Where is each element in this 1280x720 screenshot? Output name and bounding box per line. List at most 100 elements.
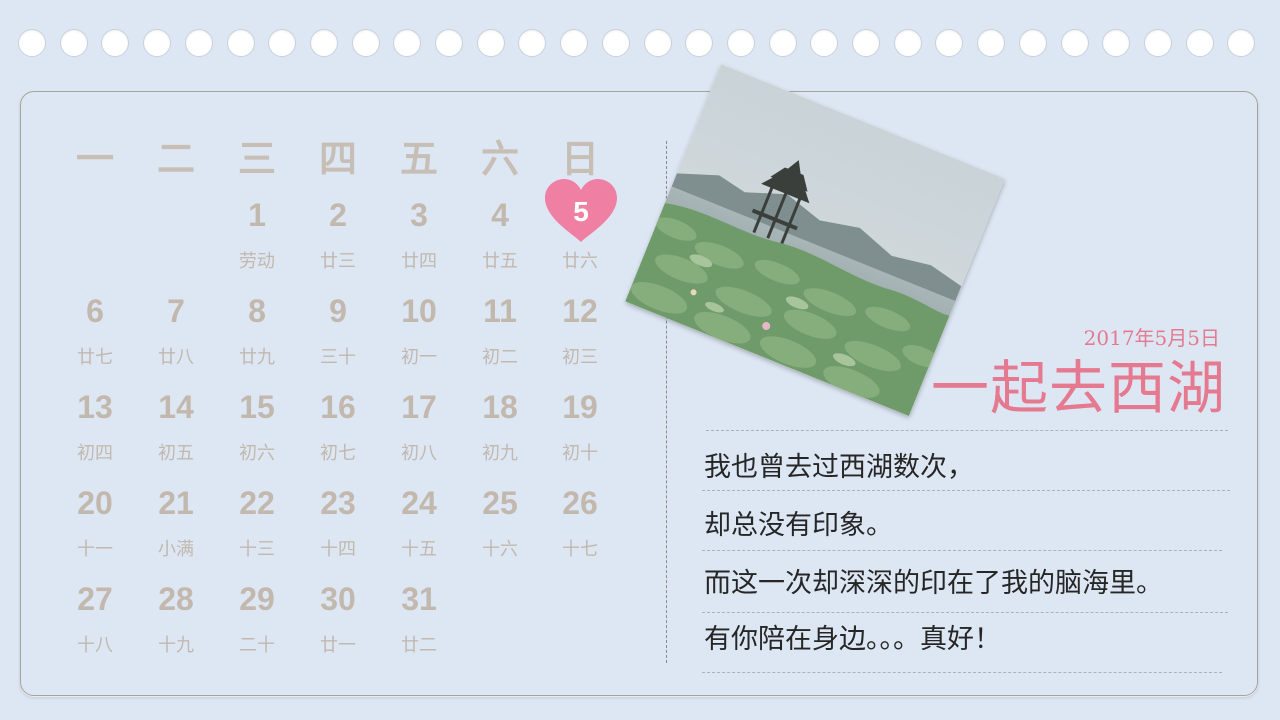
day-number[interactable]: 21 — [141, 484, 211, 522]
weekday-label: 四 — [318, 136, 357, 181]
binding-hole — [393, 29, 422, 57]
binding-holes — [18, 29, 1262, 61]
lunar-date: 初一 — [401, 347, 437, 368]
lunar-date: 初八 — [401, 443, 437, 464]
day-number[interactable]: 19 — [545, 388, 615, 426]
binding-hole — [852, 29, 880, 57]
day-number[interactable]: 1 — [222, 196, 292, 234]
binding-hole — [435, 29, 463, 57]
binding-hole — [1185, 29, 1214, 57]
binding-hole — [101, 29, 130, 57]
lunar-date: 廿三 — [320, 251, 356, 272]
day-number[interactable]: 25 — [465, 484, 535, 522]
day-number[interactable]: 11 — [465, 292, 535, 330]
day-number[interactable]: 29 — [222, 580, 292, 618]
binding-hole — [1060, 29, 1089, 57]
entry-line-2: 却总没有印象。 — [704, 510, 893, 541]
day-number[interactable]: 6 — [60, 292, 130, 330]
day-number[interactable]: 2 — [303, 196, 373, 234]
binding-hole — [1018, 29, 1047, 57]
line-rule-4 — [702, 672, 1222, 673]
lunar-date: 廿四 — [401, 251, 437, 272]
lunar-date: 廿八 — [158, 347, 194, 368]
binding-hole — [1227, 29, 1256, 57]
day-number[interactable]: 22 — [222, 484, 292, 522]
lunar-date: 初六 — [239, 443, 275, 464]
binding-hole — [143, 29, 172, 57]
day-number[interactable]: 9 — [303, 292, 373, 330]
day-number[interactable]: 15 — [222, 388, 292, 426]
line-rule-2 — [702, 550, 1222, 551]
day-number[interactable]: 24 — [384, 484, 454, 522]
day-number[interactable]: 12 — [545, 292, 615, 330]
day-number[interactable]: 23 — [303, 484, 373, 522]
lunar-date: 十四 — [320, 539, 356, 560]
lunar-date: 三十 — [320, 347, 356, 368]
day-number[interactable]: 26 — [545, 484, 615, 522]
day-number[interactable]: 3 — [384, 196, 454, 234]
day-number[interactable]: 8 — [222, 292, 292, 330]
binding-hole — [1143, 29, 1172, 57]
lunar-date: 初五 — [158, 443, 194, 464]
lunar-date: 廿一 — [320, 635, 356, 656]
lunar-date: 十七 — [562, 539, 598, 560]
weekday-label: 二 — [156, 136, 195, 181]
lunar-date: 小满 — [158, 539, 194, 560]
binding-hole — [810, 29, 839, 57]
day-number[interactable]: 27 — [60, 580, 130, 618]
lunar-date: 廿二 — [401, 635, 437, 656]
binding-hole — [935, 29, 964, 57]
lunar-date: 十三 — [239, 539, 275, 560]
binding-hole — [268, 29, 297, 57]
title-rule — [706, 430, 1228, 431]
lunar-date: 廿五 — [482, 251, 518, 272]
lunar-date: 初十 — [562, 443, 598, 464]
binding-hole — [768, 29, 797, 57]
line-rule-3 — [702, 612, 1228, 613]
day-number[interactable]: 18 — [465, 388, 535, 426]
entry-line-1: 我也曾去过西湖数次， — [704, 452, 974, 483]
day-number[interactable]: 20 — [60, 484, 130, 522]
binding-hole — [18, 29, 46, 57]
lunar-date: 十六 — [482, 539, 518, 560]
entry-date: 2017年5月5日 — [1083, 326, 1220, 350]
entry-line-4: 有你陪在身边。。。真好！ — [704, 624, 1001, 655]
binding-hole — [685, 29, 714, 57]
lunar-date: 初三 — [562, 347, 598, 368]
day-number[interactable]: 10 — [384, 292, 454, 330]
weekday-label: 日 — [560, 136, 599, 181]
binding-hole — [726, 29, 755, 57]
lunar-date: 十九 — [158, 635, 194, 656]
highlighted-day[interactable]: 5 — [543, 195, 619, 229]
binding-hole — [518, 29, 547, 57]
entry-title: 一起去西湖 — [930, 354, 1226, 422]
lunar-date: 十八 — [77, 635, 113, 656]
day-number[interactable]: 14 — [141, 388, 211, 426]
binding-hole — [601, 29, 630, 57]
weekday-label: 三 — [237, 136, 276, 181]
lunar-date: 廿七 — [77, 347, 113, 368]
binding-hole — [184, 29, 213, 57]
lunar-date: 劳动 — [239, 251, 275, 272]
lunar-date: 十一 — [77, 539, 113, 560]
lunar-date: 初四 — [77, 443, 113, 464]
binding-hole — [560, 29, 589, 57]
binding-hole — [309, 29, 338, 57]
day-number[interactable]: 4 — [465, 196, 535, 234]
lunar-date: 初七 — [320, 443, 356, 464]
day-number[interactable]: 28 — [141, 580, 211, 618]
lunar-date: 廿九 — [239, 347, 275, 368]
day-number[interactable]: 30 — [303, 580, 373, 618]
binding-hole — [893, 29, 922, 57]
weekday-label: 五 — [399, 136, 438, 181]
lunar-date: 二十 — [239, 635, 275, 656]
day-number[interactable]: 31 — [384, 580, 454, 618]
day-number[interactable]: 13 — [60, 388, 130, 426]
binding-hole — [643, 29, 672, 57]
day-number[interactable]: 7 — [141, 292, 211, 330]
day-number[interactable]: 17 — [384, 388, 454, 426]
binding-hole — [977, 29, 1006, 57]
day-number[interactable]: 16 — [303, 388, 373, 426]
weekday-label: 一 — [75, 136, 114, 181]
line-rule-1 — [702, 490, 1230, 491]
